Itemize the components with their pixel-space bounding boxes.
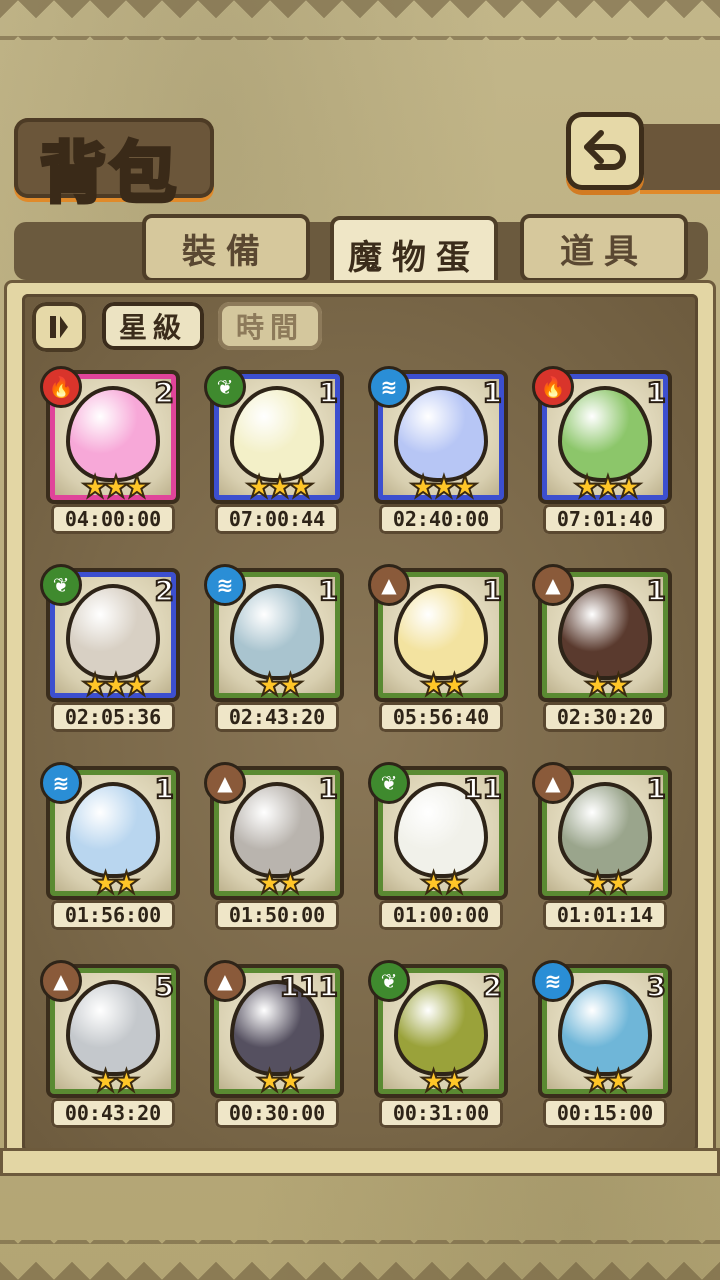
earth-icon: ▲: [368, 564, 410, 606]
egg-count: 1: [153, 771, 175, 806]
page-title: 背包: [38, 132, 180, 214]
egg-count: 111: [279, 969, 339, 1004]
header-bar-right: [640, 124, 720, 190]
egg-card[interactable]: ❦ 11 ★★: [368, 762, 508, 902]
egg-count: 1: [645, 375, 667, 410]
egg-count: 1: [645, 573, 667, 608]
hatch-timer: 00:30:00: [215, 1098, 339, 1128]
egg-count: 1: [317, 573, 339, 608]
hatch-timer: 01:00:00: [379, 900, 503, 930]
hatch-timer: 02:43:20: [215, 702, 339, 732]
egg-card[interactable]: ≋ 3 ★★: [532, 960, 672, 1100]
hatch-timer: 02:05:36: [51, 702, 175, 732]
hatch-timer: 00:15:00: [543, 1098, 667, 1128]
hatch-timer: 02:30:20: [543, 702, 667, 732]
egg-count: 3: [645, 969, 667, 1004]
egg-count: 2: [153, 375, 175, 410]
water-icon: ≋: [368, 366, 410, 408]
egg-count: 1: [317, 771, 339, 806]
earth-icon: ▲: [532, 564, 574, 606]
star-rating: ★★★: [81, 469, 152, 506]
tab-items[interactable]: 道具: [520, 214, 688, 282]
star-rating: ★★: [255, 667, 305, 704]
egg-card[interactable]: ≋ 1 ★★: [40, 762, 180, 902]
egg-card[interactable]: 🔥 1 ★★★: [532, 366, 672, 506]
egg-card[interactable]: ❦ 2 ★★: [368, 960, 508, 1100]
egg-card[interactable]: ❦ 1 ★★★: [204, 366, 344, 506]
egg-card[interactable]: ▲ 5 ★★: [40, 960, 180, 1100]
sort-order-icon: [50, 316, 68, 338]
hatch-timer: 00:43:20: [51, 1098, 175, 1128]
egg-count: 1: [481, 375, 503, 410]
bottom-border-decoration: [0, 1240, 720, 1280]
plant-icon: ❦: [40, 564, 82, 606]
star-rating: ★★: [91, 1063, 141, 1100]
plant-icon: ❦: [204, 366, 246, 408]
egg-card[interactable]: ▲ 1 ★★: [368, 564, 508, 704]
egg-card[interactable]: ▲ 1 ★★: [204, 762, 344, 902]
hatch-timer: 05:56:40: [379, 702, 503, 732]
egg-count: 5: [153, 969, 175, 1004]
star-rating: ★★★: [573, 469, 644, 506]
egg-count: 2: [153, 573, 175, 608]
panel-bottom-bar: [0, 1148, 720, 1176]
hatch-timer: 07:00:44: [215, 504, 339, 534]
earth-icon: ▲: [532, 762, 574, 804]
earth-icon: ▲: [204, 960, 246, 1002]
plant-icon: ❦: [368, 960, 410, 1002]
hatch-timer: 02:40:00: [379, 504, 503, 534]
star-rating: ★★: [419, 1063, 469, 1100]
sort-by-time-button[interactable]: 時間: [218, 302, 322, 350]
earth-icon: ▲: [40, 960, 82, 1002]
star-rating: ★★: [583, 865, 633, 902]
star-rating: ★★: [419, 667, 469, 704]
plant-icon: ❦: [368, 762, 410, 804]
hatch-timer: 00:31:00: [379, 1098, 503, 1128]
egg-count: 1: [317, 375, 339, 410]
egg-card[interactable]: ▲ 111 ★★: [204, 960, 344, 1100]
egg-card[interactable]: ▲ 1 ★★: [532, 564, 672, 704]
star-rating: ★★★: [409, 469, 480, 506]
back-arrow-icon: [584, 130, 626, 170]
star-rating: ★★: [583, 667, 633, 704]
star-rating: ★★: [255, 1063, 305, 1100]
star-rating: ★★: [255, 865, 305, 902]
star-rating: ★★: [91, 865, 141, 902]
fire-icon: 🔥: [40, 366, 82, 408]
egg-count: 11: [462, 771, 503, 806]
top-border-decoration: [0, 0, 720, 40]
hatch-timer: 01:01:14: [543, 900, 667, 930]
star-rating: ★★★: [245, 469, 316, 506]
hatch-timer: 01:50:00: [215, 900, 339, 930]
water-icon: ≋: [204, 564, 246, 606]
water-icon: ≋: [532, 960, 574, 1002]
sort-by-star-button[interactable]: 星級: [102, 302, 204, 350]
egg-card[interactable]: ▲ 1 ★★: [532, 762, 672, 902]
fire-icon: 🔥: [532, 366, 574, 408]
star-rating: ★★★: [81, 667, 152, 704]
water-icon: ≋: [40, 762, 82, 804]
earth-icon: ▲: [204, 762, 246, 804]
hatch-timer: 07:01:40: [543, 504, 667, 534]
egg-count: 1: [481, 573, 503, 608]
hatch-timer: 04:00:00: [51, 504, 175, 534]
egg-card[interactable]: ≋ 1 ★★: [204, 564, 344, 704]
egg-count: 2: [481, 969, 503, 1004]
star-rating: ★★: [419, 865, 469, 902]
egg-card[interactable]: ≋ 1 ★★★: [368, 366, 508, 506]
egg-card[interactable]: 🔥 2 ★★★: [40, 366, 180, 506]
back-button[interactable]: [566, 112, 644, 190]
egg-card[interactable]: ❦ 2 ★★★: [40, 564, 180, 704]
hatch-timer: 01:56:00: [51, 900, 175, 930]
tab-equipment[interactable]: 裝備: [142, 214, 310, 282]
sort-toggle-button[interactable]: [32, 302, 86, 352]
egg-count: 1: [645, 771, 667, 806]
star-rating: ★★: [583, 1063, 633, 1100]
